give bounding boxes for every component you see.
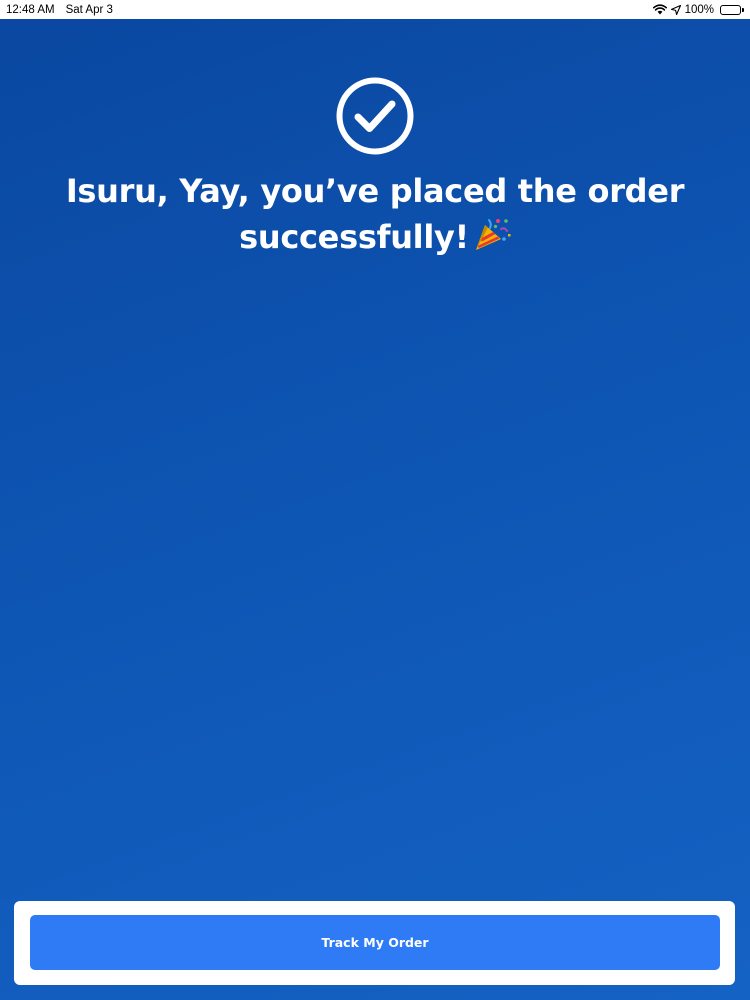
party-popper-icon [475, 219, 511, 250]
status-left: 12:48 AM Sat Apr 3 [6, 4, 113, 16]
footer-card: Track My Order [14, 901, 735, 985]
message-line-2-text: successfully! [239, 218, 469, 256]
order-success-message: Isuru, Yay, you’ve placed the order succ… [40, 168, 710, 260]
message-line-2: successfully! [40, 214, 710, 260]
battery-icon [720, 4, 744, 15]
message-line-1: Isuru, Yay, you’ve placed the order [65, 172, 685, 210]
status-right: 100% [652, 3, 744, 16]
checkmark-circle-icon [336, 77, 414, 155]
track-my-order-button[interactable]: Track My Order [30, 915, 720, 970]
status-time: 12:48 AM [6, 3, 55, 16]
status-date: Sat Apr 3 [65, 3, 113, 16]
battery-percent: 100% [684, 3, 714, 16]
status-bar: 12:48 AM Sat Apr 3 100% [0, 0, 750, 19]
wifi-icon [652, 4, 667, 15]
location-arrow-icon [670, 4, 681, 15]
